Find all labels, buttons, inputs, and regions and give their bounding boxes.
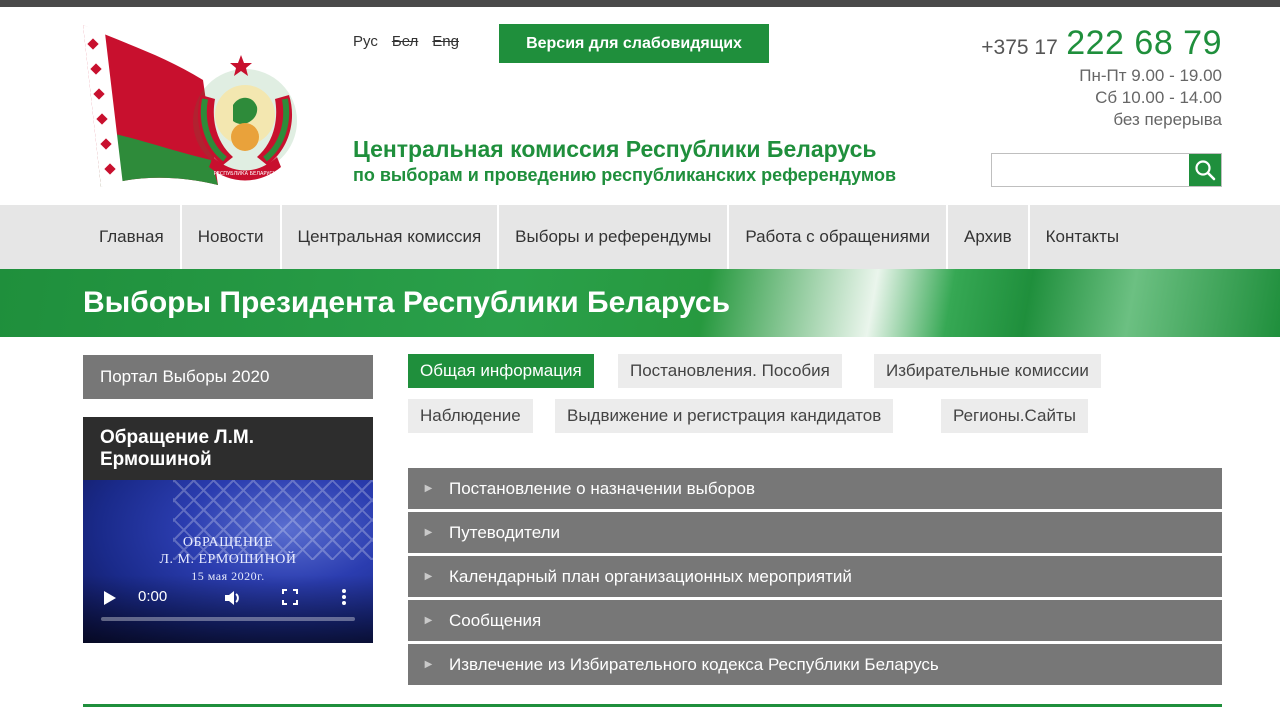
search-input[interactable] (992, 154, 1189, 186)
accordion-item[interactable]: ▶ Путеводители (408, 512, 1222, 553)
tab-general-info[interactable]: Общая информация (408, 354, 594, 388)
chevron-right-icon: ▶ (424, 615, 433, 626)
flag-emblem-logo[interactable]: РЕСПУБЛИКА БЕЛАРУСЬ (83, 25, 303, 190)
chevron-right-icon: ▶ (424, 527, 433, 538)
search-button[interactable] (1189, 154, 1221, 186)
video-caption-line2: Л. М. ЕРМОШИНОЙ (159, 552, 297, 567)
chevron-right-icon: ▶ (424, 571, 433, 582)
video-time: 0:00 (138, 588, 168, 605)
phone-number: 222 68 79 (1066, 24, 1222, 62)
tab-nomination[interactable]: Выдвижение и регистрация кандидатов (555, 399, 894, 433)
nav-item-contacts[interactable]: Контакты (1030, 205, 1135, 269)
more-vertical-icon[interactable] (341, 588, 347, 606)
nav-item-news[interactable]: Новости (182, 205, 282, 269)
fullscreen-icon[interactable] (282, 589, 298, 605)
hours-note: без перерыва (1113, 110, 1222, 129)
play-icon[interactable] (103, 590, 117, 606)
footer-divider (83, 704, 1222, 707)
tab-regions[interactable]: Регионы.Сайты (941, 399, 1088, 433)
accordion-label: Путеводители (449, 522, 561, 542)
top-bar (0, 0, 1280, 7)
phone-code: +375 17 (981, 36, 1058, 59)
accordion-label: Сообщения (449, 610, 542, 630)
low-vision-button[interactable]: Версия для слабовидящих (499, 24, 769, 63)
accordion-item[interactable]: ▶ Постановление о назначении выборов (408, 468, 1222, 509)
video-title: Обращение Л.М. Ермошиной (83, 417, 373, 480)
hours-saturday: Сб 10.00 - 14.00 (1095, 88, 1222, 107)
accordion-item[interactable]: ▶ Календарный план организационных мероп… (408, 556, 1222, 597)
tab-resolutions[interactable]: Постановления. Пособия (618, 354, 842, 388)
nav-item-elections[interactable]: Выборы и референдумы (499, 205, 730, 269)
nav-item-appeals[interactable]: Работа с обращениями (729, 205, 948, 269)
nav-item-commission[interactable]: Центральная комиссия (282, 205, 500, 269)
contacts-block: +375 17 222 68 79 Пн-Пт 9.00 - 19.00 Сб … (981, 24, 1222, 131)
video-player[interactable]: ОБРАЩЕНИЕ Л. М. ЕРМОШИНОЙ 15 мая 2020г. … (83, 480, 373, 643)
portal-button[interactable]: Портал Выборы 2020 (83, 355, 373, 399)
accordion-label: Извлечение из Избирательного кодекса Рес… (449, 654, 939, 674)
video-caption-line1: ОБРАЩЕНИЕ (182, 535, 274, 550)
nav-item-home[interactable]: Главная (83, 205, 182, 269)
hours-weekdays: Пн-Пт 9.00 - 19.00 (1079, 66, 1222, 85)
org-title-line1: Центральная комиссия Республики Беларусь (353, 136, 877, 162)
tab-observation[interactable]: Наблюдение (408, 399, 533, 433)
page-title: Выборы Президента Республики Беларусь (83, 286, 731, 319)
video-progress-bar[interactable] (101, 617, 355, 621)
phone[interactable]: +375 17 222 68 79 (981, 24, 1222, 63)
main-nav: Главная Новости Центральная комиссия Выб… (0, 205, 1280, 269)
logo-graphic: РЕСПУБЛИКА БЕЛАРУСЬ (83, 25, 297, 187)
org-title-line2: по выборам и проведению республиканских … (353, 165, 897, 185)
page-banner: Выборы Президента Республики Беларусь (0, 269, 1280, 337)
logo-ribbon-text: РЕСПУБЛИКА БЕЛАРУСЬ (214, 171, 277, 177)
organization-title: Центральная комиссия Республики Беларусь… (353, 135, 896, 187)
video-controls: 0:00 (83, 575, 373, 643)
accordion-item[interactable]: ▶ Сообщения (408, 600, 1222, 641)
accordion-label: Календарный план организационных меропри… (449, 566, 852, 586)
search-icon (1195, 160, 1216, 181)
lang-be[interactable]: Бел (392, 33, 418, 50)
nav-item-archive[interactable]: Архив (948, 205, 1030, 269)
chevron-right-icon: ▶ (424, 659, 433, 670)
tab-commissions[interactable]: Избирательные комиссии (874, 354, 1101, 388)
working-hours: Пн-Пт 9.00 - 19.00 Сб 10.00 - 14.00 без … (981, 65, 1222, 131)
video-card: Обращение Л.М. Ермошиной ОБРАЩЕНИЕ Л. М.… (83, 417, 373, 643)
lang-en[interactable]: Eng (432, 33, 459, 50)
accordion-label: Постановление о назначении выборов (449, 478, 756, 498)
volume-icon[interactable] (223, 588, 243, 608)
language-switcher: Рус Бел Eng (353, 33, 459, 50)
chevron-right-icon: ▶ (424, 483, 433, 494)
search-box (991, 153, 1222, 187)
lang-ru[interactable]: Рус (353, 33, 378, 50)
accordion-item[interactable]: ▶ Извлечение из Избирательного кодекса Р… (408, 644, 1222, 685)
